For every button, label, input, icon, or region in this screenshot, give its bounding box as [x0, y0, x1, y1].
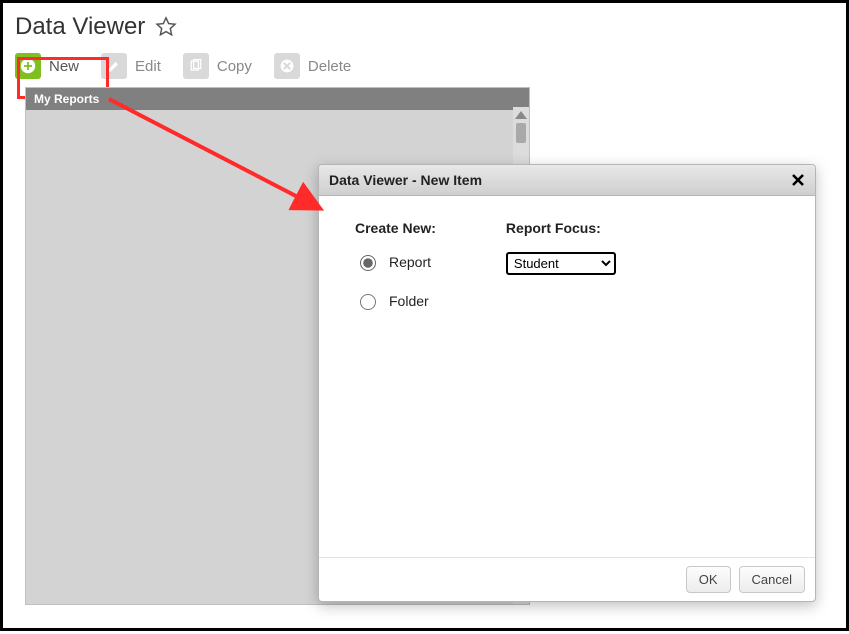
pencil-icon — [101, 53, 127, 79]
dialog-body: Create New: Report Folder Report Focus: … — [319, 196, 815, 557]
ok-button[interactable]: OK — [686, 566, 731, 593]
radio-folder-label: Folder — [389, 293, 429, 309]
cancel-button[interactable]: Cancel — [739, 566, 805, 593]
radio-report-input[interactable] — [360, 255, 376, 271]
scroll-up-icon[interactable] — [515, 111, 527, 119]
delete-button[interactable]: Delete — [274, 53, 351, 79]
report-focus-column: Report Focus: Student — [506, 220, 616, 547]
close-icon[interactable] — [791, 173, 805, 187]
plus-circle-icon — [15, 53, 41, 79]
radio-report-label: Report — [389, 254, 431, 270]
create-new-label: Create New: — [355, 220, 436, 236]
radio-folder[interactable]: Folder — [355, 291, 436, 310]
new-button[interactable]: New — [15, 53, 79, 79]
page-title: Data Viewer — [15, 13, 145, 41]
dialog-header[interactable]: Data Viewer - New Item — [319, 165, 815, 196]
favorite-star-icon[interactable] — [155, 16, 177, 38]
report-focus-label: Report Focus: — [506, 220, 616, 236]
title-row: Data Viewer — [11, 9, 838, 51]
copy-button[interactable]: Copy — [183, 53, 252, 79]
radio-folder-input[interactable] — [360, 294, 376, 310]
app-frame: Data Viewer New Edit Copy — [0, 0, 849, 631]
new-item-dialog: Data Viewer - New Item Create New: Repor… — [318, 164, 816, 602]
toolbar: New Edit Copy Delete — [11, 51, 838, 87]
edit-button-label: Edit — [135, 58, 161, 75]
create-new-column: Create New: Report Folder — [355, 220, 436, 547]
radio-report[interactable]: Report — [355, 252, 436, 271]
delete-button-label: Delete — [308, 58, 351, 75]
edit-button[interactable]: Edit — [101, 53, 161, 79]
dialog-title: Data Viewer - New Item — [329, 172, 482, 188]
report-focus-select[interactable]: Student — [506, 252, 616, 275]
delete-x-icon — [274, 53, 300, 79]
panel-title: My Reports — [26, 88, 529, 110]
new-button-label: New — [49, 58, 79, 75]
scroll-thumb[interactable] — [516, 123, 526, 143]
copy-button-label: Copy — [217, 58, 252, 75]
copy-icon — [183, 53, 209, 79]
dialog-footer: OK Cancel — [319, 557, 815, 601]
